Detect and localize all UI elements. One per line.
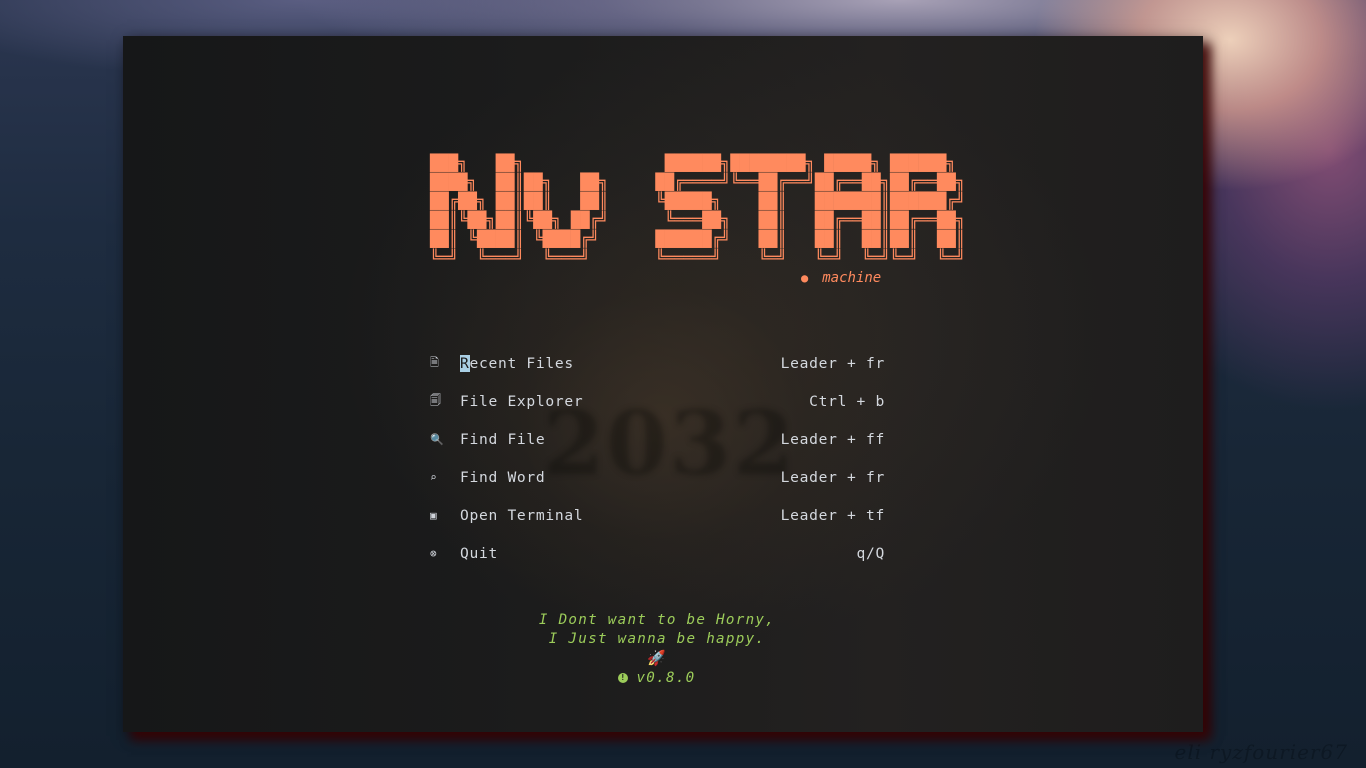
menu-item-label: Quit	[460, 545, 857, 562]
menu-item-shortcut: Leader + tf	[780, 506, 885, 524]
menu-item-label-first: F	[460, 468, 470, 486]
menu-item-label-rest: uit	[469, 544, 498, 562]
menu-item-find-file[interactable]: 🔍 Find File Leader + ff	[430, 420, 885, 458]
wallpaper-signature: eli ryzfourier67	[1174, 740, 1348, 764]
menu-item-shortcut: Leader + fr	[780, 354, 885, 372]
menu-item-label-first: F	[460, 430, 470, 448]
terminal-icon: ▣	[430, 508, 438, 522]
terminal-window: 2032 ███╗ ██╗ ██████╗████████╗ █████╗ ██…	[123, 36, 1203, 732]
logo-subtitle: ● machine	[801, 270, 881, 286]
logo-line: ██╔██╗ ██║██║ ██║ ╚█████╗ ██║ ███████║██…	[430, 192, 966, 210]
logo-line: ████╗ ██║██╗ ██╗ ██╔════╝╚══██╔══╝██╔══█…	[430, 173, 966, 191]
menu-item-shortcut: Leader + ff	[780, 430, 885, 448]
footer-quote-line-1: I Dont want to be Horny,	[538, 612, 776, 628]
menu-item-label-rest: ind File	[469, 430, 546, 448]
logo-line: ██║╚██╗██║╚██╗ ██╔╝ ╚═══██╗ ██║ ██╔══██║…	[430, 211, 966, 229]
menu-item-find-word[interactable]: ⌕ Find Word Leader + fr	[430, 458, 885, 496]
info-icon: !	[618, 673, 629, 683]
menu-item-open-terminal[interactable]: ▣ Open Terminal Leader + tf	[430, 496, 885, 534]
menu-item-label: Open Terminal	[460, 507, 781, 524]
menu-item-shortcut: Ctrl + b	[809, 392, 885, 410]
logo-line: ╚═╝ ╚═══╝ ╚═══╝ ╚═════╝ ╚═╝ ╚═╝ ╚═╝╚═╝ ╚…	[430, 249, 966, 267]
menu-item-label-rest: ind Word	[469, 468, 546, 486]
menu-item-label: Find Word	[460, 469, 781, 486]
version-info: ! v0.8.0	[618, 669, 695, 688]
logo-line: ██║ ╚████║ ╚████╔╝ ██████╔╝ ██║ ██║ ██║█…	[430, 230, 966, 248]
menu-item-shortcut: q/Q	[856, 544, 885, 562]
version-text: v0.8.0	[636, 669, 696, 686]
search-icon: ⌕	[430, 470, 438, 484]
menu-item-label-first: Q	[460, 544, 470, 562]
file-search-icon: 🔍	[430, 432, 445, 446]
file-icon: 🗎	[430, 355, 440, 369]
menu-item-label: Find File	[460, 431, 781, 448]
menu-item-file-explorer[interactable]: 🗐 File Explorer Ctrl + b	[430, 382, 885, 420]
menu-item-label-rest: ecent Files	[469, 354, 574, 372]
menu-item-label-rest: pen Terminal	[469, 506, 584, 524]
menu-item-recent-files[interactable]: 🗎 Recent Files Leader + fr	[430, 344, 885, 382]
dashboard-menu: 🗎 Recent Files Leader + fr 🗐 File Explor…	[430, 344, 885, 572]
footer-quote-line-2: I Just wanna be happy.	[548, 631, 766, 647]
menu-item-label: Recent Files	[460, 354, 781, 372]
rocket-icon: 🚀	[647, 649, 667, 667]
dashboard-footer: I Dont want to be Horny, I Just wanna be…	[123, 611, 1191, 688]
menu-item-label-first: O	[460, 506, 470, 524]
nvstar-logo: ███╗ ██╗ ██████╗████████╗ █████╗ ██████╗…	[430, 154, 965, 268]
logo-line: ███╗ ██╗ ██████╗████████╗ █████╗ ██████╗	[430, 154, 966, 172]
menu-item-label-rest: ile Explorer	[469, 392, 584, 410]
menu-item-shortcut: Leader + fr	[780, 468, 885, 486]
quit-icon: ⊗	[430, 546, 438, 560]
text-cursor: R	[460, 354, 470, 372]
menu-item-label-first: F	[460, 392, 470, 410]
files-icon: 🗐	[430, 393, 442, 407]
menu-item-label: File Explorer	[460, 393, 809, 410]
machine-icon: ●	[801, 271, 809, 285]
menu-item-quit[interactable]: ⊗ Quit q/Q	[430, 534, 885, 572]
subtitle-text: machine	[822, 270, 882, 286]
